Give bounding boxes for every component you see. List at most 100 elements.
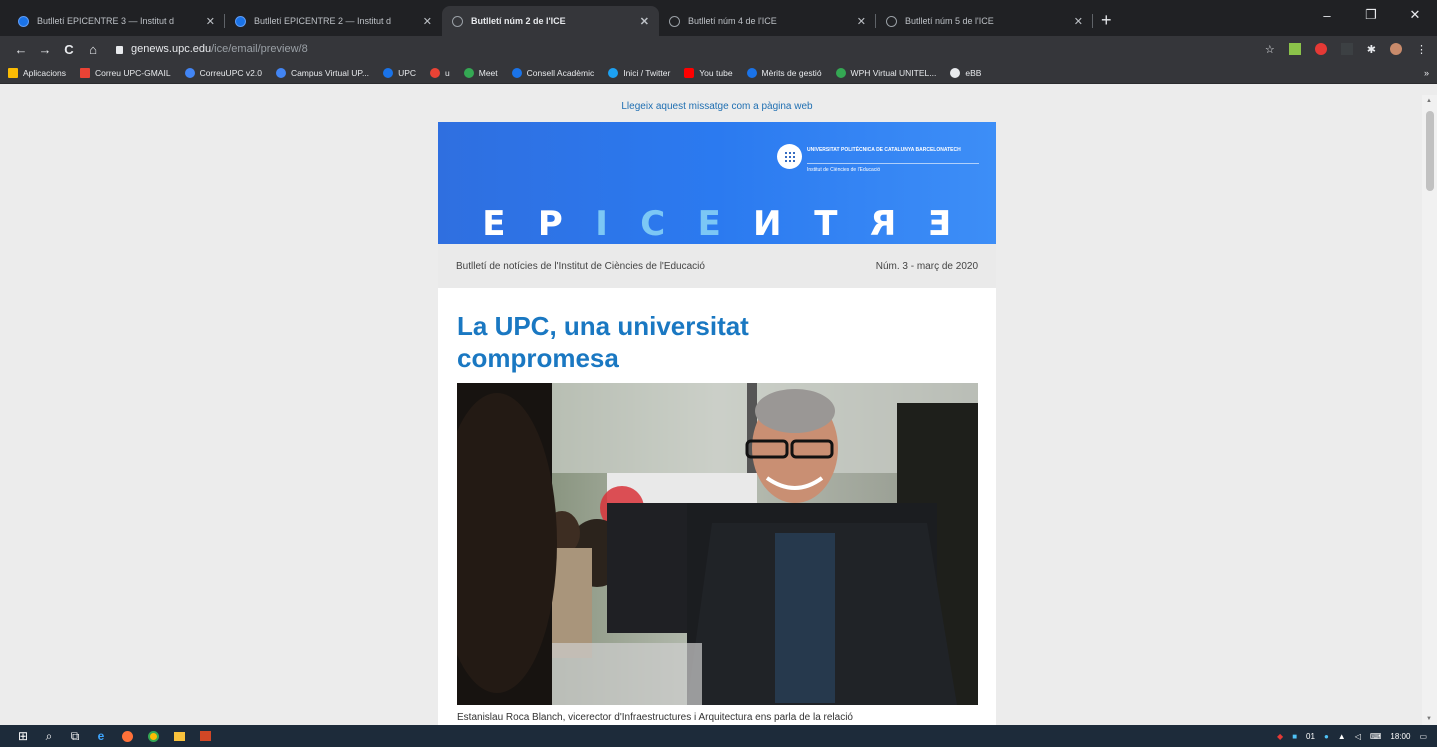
forward-button[interactable]: → bbox=[34, 42, 56, 57]
tab-butlleti-4[interactable]: Butlletí núm 4 de l'ICE ✕ bbox=[659, 6, 876, 36]
close-tab-icon[interactable]: ✕ bbox=[857, 15, 866, 28]
logo-letter: N bbox=[753, 204, 782, 244]
article-photo[interactable] bbox=[457, 383, 978, 705]
scroll-up-icon[interactable]: ▲ bbox=[1426, 98, 1432, 104]
volume-icon[interactable]: ◁ bbox=[1355, 732, 1361, 741]
bookmark-youtube[interactable]: You tube bbox=[684, 67, 733, 78]
bookmark-apps[interactable]: Aplicacions bbox=[8, 67, 66, 78]
article-headline[interactable]: La UPC, una universitat compromesa bbox=[457, 310, 877, 374]
avatar[interactable] bbox=[1390, 43, 1402, 55]
close-tab-icon[interactable]: ✕ bbox=[423, 15, 432, 28]
newsletter-subtitle: Butlletí de notícies de l'Institut de Ci… bbox=[456, 260, 705, 272]
bookmark-twitter[interactable]: Inici / Twitter bbox=[608, 67, 670, 78]
powerpoint-icon[interactable] bbox=[192, 731, 218, 741]
bookmark-upc[interactable]: UPC bbox=[383, 67, 416, 78]
logo-letter: E bbox=[482, 204, 506, 244]
tab-epicentre-3[interactable]: Butlletí EPICENTRE 3 — Institut d ✕ bbox=[8, 6, 225, 36]
file-explorer-icon[interactable] bbox=[166, 731, 192, 741]
bookmark-merits[interactable]: Mèrits de gestió bbox=[746, 67, 822, 78]
chrome-icon[interactable] bbox=[140, 730, 166, 742]
issue-number: Núm. 3 - març de 2020 bbox=[875, 260, 978, 272]
bookmark-wph[interactable]: WPH Virtual UNITEL... bbox=[835, 67, 936, 78]
globe-icon bbox=[383, 67, 394, 78]
lock-icon bbox=[116, 46, 123, 54]
scroll-down-icon[interactable]: ▼ bbox=[1426, 716, 1432, 722]
page-viewport: Llegeix aquest missatge com a pàgina web… bbox=[0, 95, 1422, 725]
bookmark-campus[interactable]: Campus Virtual UP... bbox=[275, 67, 369, 78]
view-as-webpage-link[interactable]: Llegeix aquest missatge com a pàgina web bbox=[438, 101, 996, 112]
back-button[interactable]: ← bbox=[10, 42, 32, 57]
puzzle-icon[interactable]: ✱ bbox=[1367, 43, 1376, 56]
bookmarks-more-button[interactable]: » bbox=[1424, 68, 1429, 78]
logo-letter: T bbox=[814, 204, 838, 244]
url-host: genews.upc.edu bbox=[131, 43, 212, 55]
star-icon[interactable]: ☆ bbox=[1265, 43, 1275, 56]
clock-time[interactable]: 18:00 bbox=[1390, 732, 1410, 741]
task-view-icon[interactable]: ⧉ bbox=[62, 729, 88, 744]
twitter-icon bbox=[608, 67, 619, 78]
globe-favicon-icon bbox=[669, 15, 680, 27]
logo-letter: C bbox=[640, 204, 666, 244]
globe-icon bbox=[746, 67, 757, 78]
scrollbar-thumb[interactable] bbox=[1426, 111, 1434, 191]
home-button[interactable]: ⌂ bbox=[82, 42, 104, 57]
extension-red-icon[interactable] bbox=[1314, 43, 1327, 55]
logo-letter: E bbox=[697, 204, 721, 244]
epicentre-logo: E P I C E N T R E bbox=[438, 204, 996, 244]
windows-taskbar: ⊞ ⌕ ⧉ e ◆ ■ 01 ● ▲ ◁ ⌨ 18:00 ▭ bbox=[0, 725, 1437, 747]
gmail-icon bbox=[80, 67, 90, 78]
search-icon[interactable]: ⌕ bbox=[36, 729, 62, 744]
globe-icon bbox=[835, 67, 846, 78]
close-tab-icon[interactable]: ✕ bbox=[640, 15, 649, 28]
logo-letter: P bbox=[537, 204, 563, 244]
bookmark-u[interactable]: u bbox=[430, 67, 450, 78]
bookmark-gmail[interactable]: Correu UPC-GMAIL bbox=[80, 67, 171, 78]
tab-strip: Butlletí EPICENTRE 3 — Institut d ✕ Butll… bbox=[0, 0, 1437, 36]
notifications-icon[interactable]: ▭ bbox=[1419, 732, 1427, 741]
close-tab-icon[interactable]: ✕ bbox=[1074, 15, 1083, 28]
globe-icon bbox=[184, 67, 195, 78]
extension-dark-icon[interactable] bbox=[1340, 43, 1353, 55]
minimize-button[interactable]: – bbox=[1305, 0, 1349, 30]
bluetooth-icon[interactable]: ● bbox=[1324, 732, 1329, 741]
keyboard-icon[interactable]: ⌨ bbox=[1370, 732, 1382, 741]
tray-shield-icon[interactable]: ◆ bbox=[1277, 732, 1283, 741]
url-path: /ice/email/preview/8 bbox=[211, 43, 308, 55]
bookmark-consell[interactable]: Consell Acadèmic bbox=[511, 67, 594, 78]
reload-button[interactable]: C bbox=[58, 42, 80, 57]
globe-favicon-icon bbox=[886, 15, 897, 27]
maximize-button[interactable]: ❐ bbox=[1349, 0, 1393, 30]
firefox-icon[interactable] bbox=[114, 730, 140, 742]
logo-letter: R bbox=[869, 204, 897, 244]
close-tab-icon[interactable]: ✕ bbox=[206, 15, 215, 28]
logo-letter: I bbox=[595, 204, 608, 244]
tray-app-icon[interactable]: ■ bbox=[1292, 732, 1297, 741]
address-bar[interactable]: genews.upc.edu/ice/email/preview/8 bbox=[116, 43, 1251, 55]
newsletter-subheader: Butlletí de notícies de l'Institut de Ci… bbox=[438, 244, 996, 288]
tab-epicentre-2[interactable]: Butlletí EPICENTRE 2 — Institut d ✕ bbox=[225, 6, 442, 36]
extension-green-icon[interactable] bbox=[1288, 43, 1301, 55]
tray-label: 01 bbox=[1306, 731, 1315, 741]
bookmark-correu[interactable]: CorreuUPC v2.0 bbox=[184, 67, 262, 78]
university-name: UNIVERSITAT POLITÈCNICA DE CATALUNYA BAR… bbox=[807, 147, 961, 153]
institute-name: Institut de Ciències de l'Educació bbox=[807, 167, 881, 173]
menu-kebab-icon[interactable]: ⋮ bbox=[1416, 43, 1427, 56]
tab-butlleti-2[interactable]: Butlletí núm 2 de l'ICE ✕ bbox=[442, 6, 659, 36]
youtube-icon bbox=[684, 67, 695, 78]
upc-favicon-icon bbox=[18, 15, 29, 27]
vertical-scrollbar[interactable]: ▲ ▼ bbox=[1422, 95, 1437, 725]
globe-icon bbox=[511, 67, 522, 78]
chrome-icon bbox=[430, 67, 441, 78]
bookmark-ebb[interactable]: eBB bbox=[950, 67, 981, 78]
edge-icon[interactable]: e bbox=[88, 729, 114, 743]
tab-butlleti-5[interactable]: Butlletí núm 5 de l'ICE ✕ bbox=[876, 6, 1093, 36]
bookmark-meet[interactable]: Meet bbox=[463, 67, 498, 78]
globe-icon bbox=[950, 67, 961, 78]
article-card: La UPC, una universitat compromesa Estan… bbox=[438, 288, 996, 725]
network-icon[interactable]: ▲ bbox=[1338, 732, 1346, 741]
meet-icon bbox=[463, 67, 474, 78]
browser-chrome: Butlletí EPICENTRE 3 — Institut d ✕ Butll… bbox=[0, 0, 1437, 84]
new-tab-button[interactable]: + bbox=[1101, 6, 1112, 36]
close-window-button[interactable]: ✕ bbox=[1393, 0, 1437, 30]
windows-start-icon[interactable]: ⊞ bbox=[10, 729, 36, 743]
